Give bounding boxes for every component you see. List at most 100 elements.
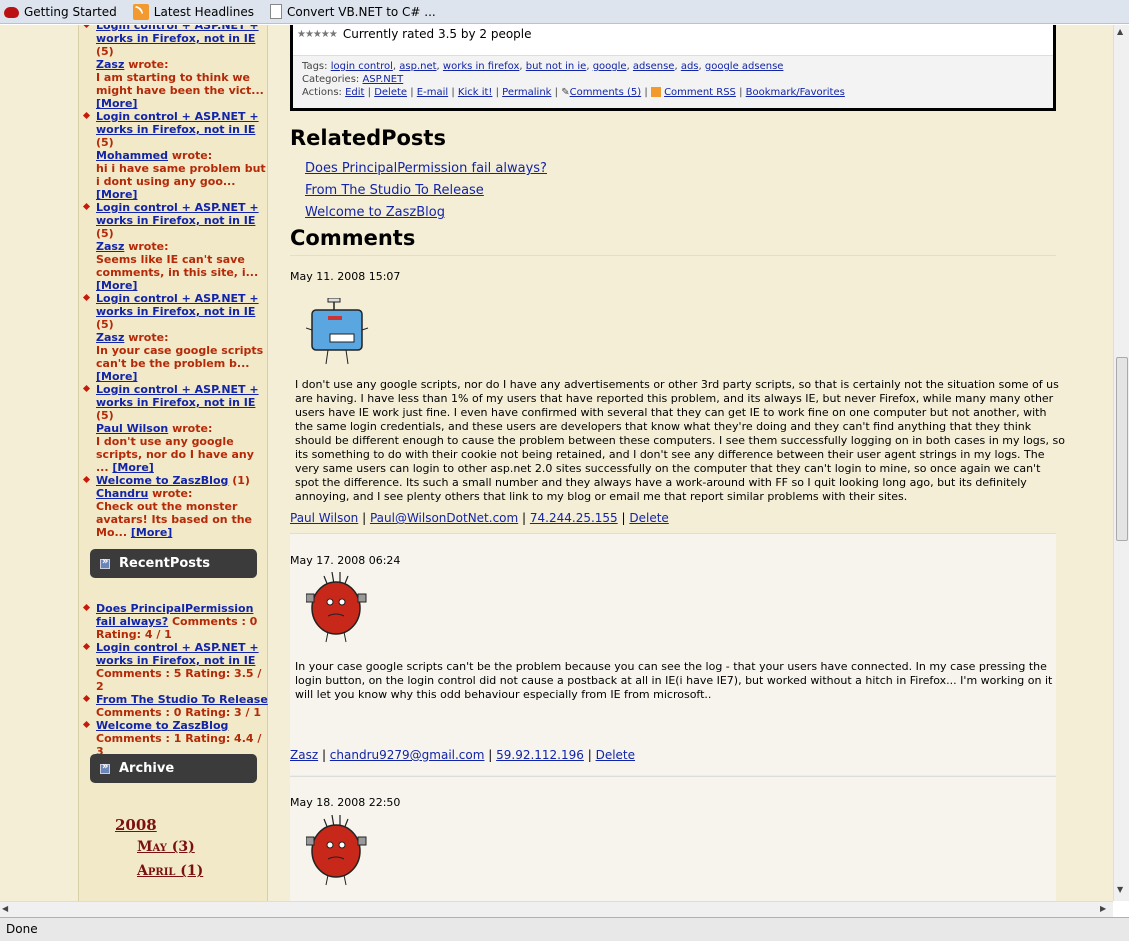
- comment-excerpt: hi i have same problem but i dont using …: [96, 162, 266, 188]
- tag-link[interactable]: but not in ie: [526, 61, 587, 72]
- comments-link[interactable]: Comments (5): [570, 87, 642, 98]
- comment-excerpt: Check out the monster avatars! Its based…: [96, 500, 253, 539]
- more-link[interactable]: [More]: [96, 188, 137, 201]
- wrote-label: wrote:: [128, 331, 169, 344]
- more-link[interactable]: [More]: [131, 526, 172, 539]
- comment-post-link[interactable]: Login control + ASP.NET + works in Firef…: [96, 25, 259, 45]
- comment-author-link[interactable]: Paul Wilson: [96, 422, 168, 435]
- comment-author-link[interactable]: Chandru: [96, 487, 148, 500]
- bullet-icon: [82, 25, 91, 29]
- comment-author-link[interactable]: Zasz: [96, 331, 124, 344]
- edit-link[interactable]: Edit: [345, 87, 364, 98]
- list-item: Welcome to ZaszBlog Comments : 1 Rating:…: [79, 719, 269, 758]
- comment-count: (5): [96, 227, 114, 240]
- related-post-link[interactable]: Welcome to ZaszBlog: [305, 205, 445, 220]
- delete-link[interactable]: Delete: [596, 748, 635, 762]
- tag-link[interactable]: adsense: [633, 61, 675, 72]
- rating-row: ★★★★★ Currently rated 3.5 by 2 people: [297, 27, 532, 41]
- more-link[interactable]: [More]: [96, 370, 137, 383]
- comment-post-link[interactable]: Login control + ASP.NET + works in Firef…: [96, 292, 259, 318]
- comment-post-link[interactable]: Login control + ASP.NET + works in Firef…: [96, 201, 259, 227]
- bookmark-link[interactable]: Bookmark/Favorites: [746, 87, 845, 98]
- scroll-left-icon[interactable]: ◀: [2, 904, 8, 913]
- expand-icon[interactable]: [100, 556, 110, 569]
- comment-text: I don't use any google scripts, nor do I…: [295, 378, 1065, 503]
- recent-post-link[interactable]: Welcome to ZaszBlog: [96, 719, 228, 732]
- recent-post-link[interactable]: Login control + ASP.NET + works in Firef…: [96, 641, 259, 667]
- comment-count: (5): [96, 318, 114, 331]
- comment-count: (5): [96, 409, 114, 422]
- bullet-icon: [82, 111, 91, 120]
- bookmark-label: Convert VB.NET to C# ...: [286, 4, 436, 19]
- more-link[interactable]: [More]: [96, 279, 137, 292]
- recent-posts-header: RecentPosts: [90, 549, 257, 578]
- kick-it-link[interactable]: Kick it!: [458, 87, 493, 98]
- list-item: Login control + ASP.NET + works in Firef…: [79, 25, 269, 110]
- expand-icon[interactable]: [100, 761, 110, 774]
- scroll-right-icon[interactable]: ▶: [1100, 904, 1106, 913]
- status-bar: Done: [0, 917, 1129, 941]
- comment-excerpt: In your case google scripts can't be the…: [96, 344, 264, 370]
- rss-icon: [650, 87, 661, 97]
- list-item: Login control + ASP.NET + works in Firef…: [79, 201, 269, 292]
- comment-text: In your case google scripts can't be the…: [295, 660, 1053, 701]
- post-footer-box: ★★★★★ Currently rated 3.5 by 2 people Ta…: [290, 25, 1056, 111]
- comment-author-link[interactable]: Zasz: [96, 240, 124, 253]
- bookmark-latest-headlines[interactable]: Latest Headlines: [130, 3, 257, 20]
- robot-avatar-icon: [306, 298, 369, 365]
- comment-post-link[interactable]: Welcome to ZaszBlog: [96, 474, 228, 487]
- tag-link[interactable]: google adsense: [705, 61, 784, 72]
- sidebar: Login control + ASP.NET + works in Firef…: [78, 25, 268, 901]
- delete-link[interactable]: Delete: [374, 87, 407, 98]
- email-link[interactable]: E-mail: [417, 87, 448, 98]
- scrollbar-thumb[interactable]: [1116, 357, 1128, 541]
- list-item: Login control + ASP.NET + works in Firef…: [79, 383, 269, 474]
- status-text: Done: [6, 922, 38, 936]
- comment-email-link[interactable]: Paul@WilsonDotNet.com: [370, 511, 518, 525]
- category-link[interactable]: ASP.NET: [362, 74, 403, 85]
- comment-ip-link[interactable]: 59.92.112.196: [496, 748, 584, 762]
- bookmark-getting-started[interactable]: Getting Started: [0, 4, 120, 20]
- comment-excerpt: I am starting to think we might have bee…: [96, 71, 264, 97]
- comment-ip-link[interactable]: 74.244.25.155: [530, 511, 618, 525]
- star-rating-icon[interactable]: ★★★★★: [297, 29, 338, 40]
- list-item: Welcome to ZaszBlog (1) Chandru wrote: C…: [79, 474, 269, 539]
- wrote-label: wrote:: [152, 487, 193, 500]
- recent-post-stats: Comments : 0 Rating: 3 / 1: [96, 706, 262, 719]
- archive-month-link[interactable]: May (3): [137, 839, 195, 855]
- comment-post-link[interactable]: Login control + ASP.NET + works in Firef…: [96, 110, 259, 136]
- tag-link[interactable]: google: [593, 61, 627, 72]
- comment-author-link[interactable]: Mohammed: [96, 149, 168, 162]
- rating-text: Currently rated 3.5 by 2 people: [342, 27, 532, 41]
- comment-rss-link[interactable]: Comment RSS: [664, 87, 736, 98]
- permalink-link[interactable]: Permalink: [502, 87, 551, 98]
- scroll-up-icon[interactable]: ▲: [1117, 27, 1123, 36]
- scroll-down-icon[interactable]: ▼: [1117, 885, 1123, 894]
- delete-link[interactable]: Delete: [629, 511, 668, 525]
- tag-link[interactable]: ads: [681, 61, 699, 72]
- tag-link[interactable]: login control: [331, 61, 393, 72]
- comment-date: May 18. 2008 22:50: [290, 796, 401, 809]
- list-item: Login control + ASP.NET + works in Firef…: [79, 110, 269, 201]
- bookmark-convert-vb[interactable]: Convert VB.NET to C# ...: [267, 4, 439, 19]
- archive-month-link[interactable]: April (1): [137, 863, 203, 879]
- list-item: Does PrincipalPermission fail always? Co…: [79, 602, 269, 641]
- bullet-icon: [82, 603, 91, 612]
- related-post-link[interactable]: From The Studio To Release: [305, 183, 484, 198]
- comment-post-link[interactable]: Login control + ASP.NET + works in Firef…: [96, 383, 259, 409]
- more-link[interactable]: [More]: [96, 97, 137, 110]
- comment-author-link[interactable]: Zasz: [96, 58, 124, 71]
- tag-link[interactable]: asp.net: [399, 61, 436, 72]
- more-link[interactable]: [More]: [112, 461, 153, 474]
- comment-author-link[interactable]: Zasz: [290, 748, 318, 762]
- archive-year-link[interactable]: 2008: [115, 816, 157, 834]
- tag-link[interactable]: works in firefox: [443, 61, 519, 72]
- recent-posts-title: RecentPosts: [119, 556, 210, 571]
- comment-author-link[interactable]: Paul Wilson: [290, 511, 358, 525]
- related-post-link[interactable]: Does PrincipalPermission fail always?: [305, 161, 547, 176]
- recent-post-link[interactable]: From The Studio To Release: [96, 693, 268, 706]
- recent-comments-list: Login control + ASP.NET + works in Firef…: [79, 25, 269, 539]
- vertical-scrollbar[interactable]: ▲ ▼: [1113, 25, 1129, 901]
- comment-email-link[interactable]: chandru9279@gmail.com: [330, 748, 485, 762]
- horizontal-scrollbar[interactable]: ◀ ▶: [0, 901, 1113, 917]
